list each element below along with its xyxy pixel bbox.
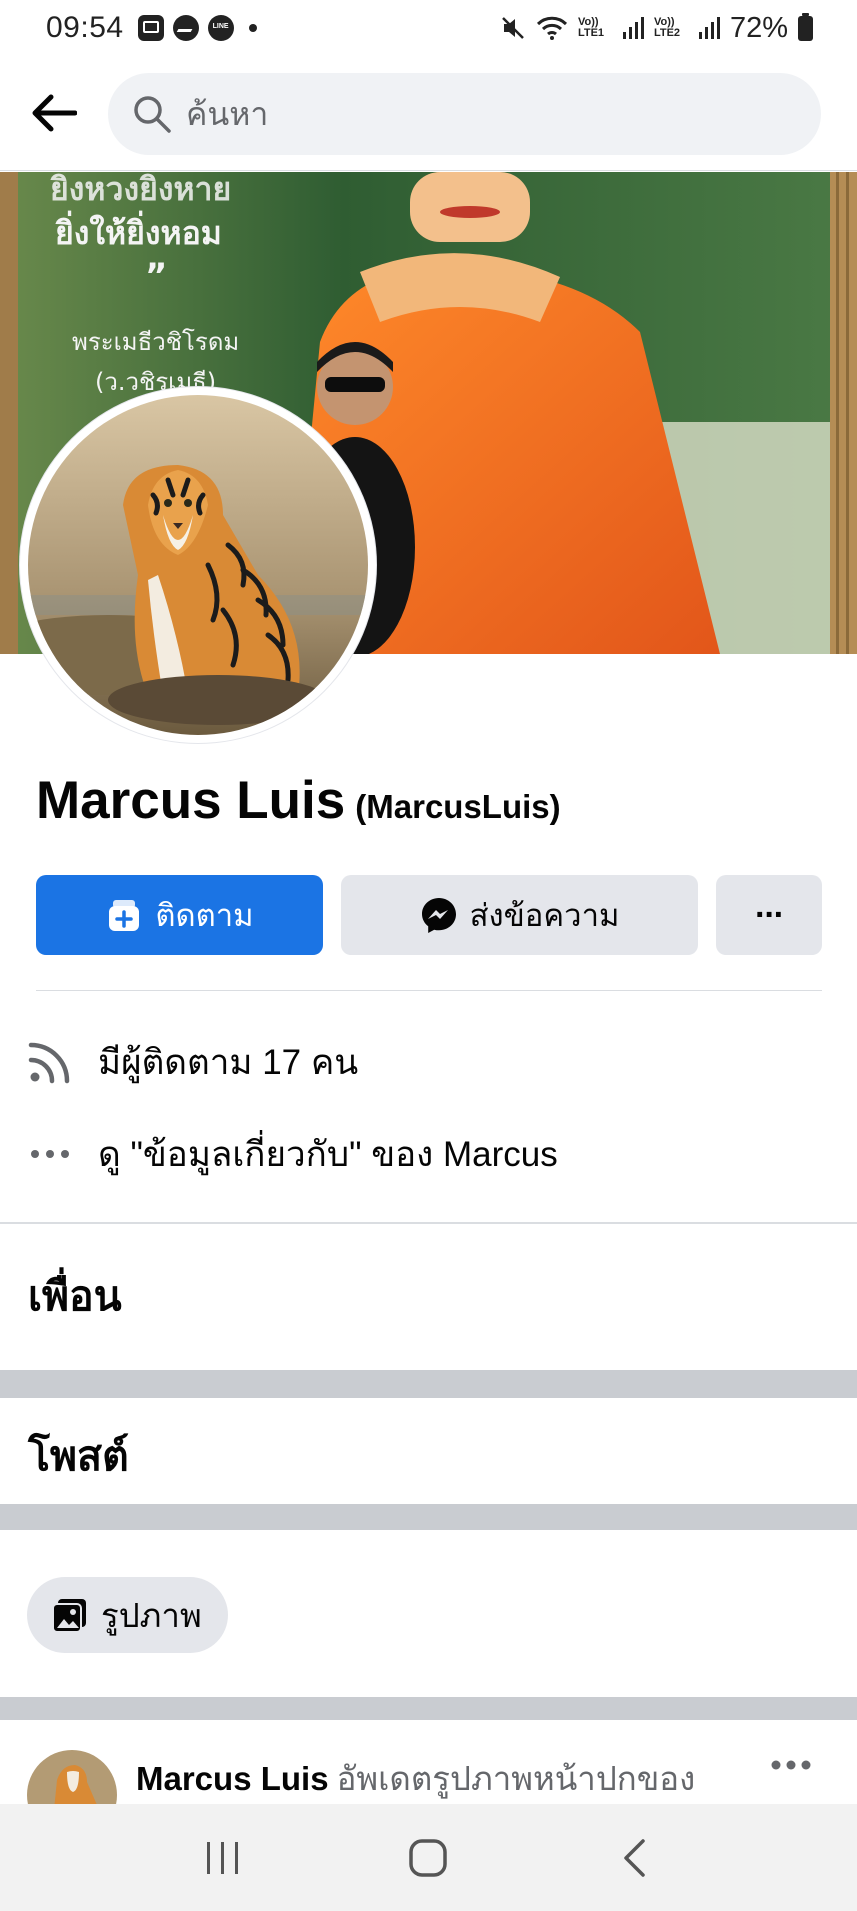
svg-text:”: ” <box>145 256 167 296</box>
lte2-label: Vo)) LTE2 <box>653 16 681 39</box>
posts-section-title: โพสต์ <box>28 1433 129 1479</box>
more-notifications-dot-icon <box>248 24 257 32</box>
arrow-left-icon <box>32 94 77 132</box>
follow-label: ติดตาม <box>155 898 254 933</box>
message-button[interactable]: ส่งข้อความ <box>341 875 698 955</box>
follow-plus-icon <box>105 896 143 934</box>
cover-text-line2: พระเมธีวชิโรดม <box>72 328 239 356</box>
search-icon <box>134 96 171 133</box>
profile-actions: ติดตาม ส่งข้อความ ··· <box>36 875 822 955</box>
notification-icons: LINE <box>137 15 257 41</box>
section-separator <box>0 1697 857 1720</box>
section-separator <box>0 1370 857 1398</box>
message-label: ส่งข้อความ <box>469 898 620 933</box>
profile-username: (MarcusLuis) <box>355 788 561 825</box>
recent-apps-icon <box>206 1841 238 1874</box>
gallery-notification-icon <box>137 15 164 41</box>
profile-name: Marcus Luis (MarcusLuis) <box>36 770 561 831</box>
post-more-button[interactable] <box>761 1750 821 1780</box>
mute-icon <box>500 15 526 41</box>
about-link: ดู "ข้อมูลเกี่ยวกับ" ของ Marcus <box>98 1134 558 1174</box>
lte1-label: Vo)) LTE1 <box>577 16 605 39</box>
more-options-button[interactable]: ··· <box>716 875 822 955</box>
more-options-label: ··· <box>755 895 785 934</box>
back-button[interactable] <box>26 86 80 140</box>
system-navigation-bar <box>0 1804 857 1911</box>
messenger-notification-icon <box>172 15 199 41</box>
chevron-left-icon <box>624 1838 645 1877</box>
status-bar: 09:54 LINE Vo)) LTE1 Vo)) LTE2 72% <box>0 0 857 56</box>
post-title: Marcus Luis อัพเดตรูปภาพหน้าปกของ <box>136 1752 695 1805</box>
line-notification-icon: LINE <box>207 15 234 41</box>
followers-row[interactable]: มีผู้ติดตาม 17 คน <box>26 1032 826 1092</box>
messenger-icon <box>420 896 458 934</box>
wifi-icon <box>536 15 568 41</box>
battery-percentage: 72% <box>729 11 788 44</box>
photos-icon <box>52 1599 86 1633</box>
rss-feed-icon <box>26 1038 74 1086</box>
post-header: Marcus Luis อัพเดตรูปภาพหน้าปกของ <box>0 1720 857 1840</box>
home-button[interactable] <box>388 1818 468 1898</box>
more-horizontal-icon <box>771 1760 811 1770</box>
follow-button[interactable]: ติดตาม <box>36 875 323 955</box>
search-input[interactable] <box>186 95 746 133</box>
section-separator <box>0 1504 857 1530</box>
followers-count: มีผู้ติดตาม 17 คน <box>98 1042 359 1082</box>
battery-icon <box>798 12 813 41</box>
status-time: 09:54 <box>46 11 124 44</box>
system-status-icons: Vo)) LTE1 Vo)) LTE2 72% <box>500 12 813 45</box>
svg-text:ยิ่งหวงยิ่งหาย: ยิ่งหวงยิ่งหาย <box>50 172 232 208</box>
photos-button[interactable]: รูปภาพ <box>27 1577 228 1653</box>
photos-label: รูปภาพ <box>101 1596 202 1634</box>
home-icon <box>409 1838 448 1877</box>
post-author-name[interactable]: Marcus Luis <box>136 1760 329 1797</box>
friends-section-title: เพื่อน <box>28 1273 122 1319</box>
cover-text-line1: ยิ่งให้ยิ่งหอม <box>55 210 222 252</box>
more-dots-icon <box>26 1130 74 1178</box>
section-divider <box>0 1222 857 1224</box>
post-action-text: อัพเดตรูปภาพหน้าปกของ <box>336 1760 696 1797</box>
divider <box>36 990 822 991</box>
search-bar[interactable] <box>108 73 821 155</box>
signal-2-icon <box>698 16 720 40</box>
profile-picture[interactable] <box>20 387 376 743</box>
recent-apps-button[interactable] <box>183 1818 263 1898</box>
signal-1-icon <box>622 16 644 40</box>
profile-display-name: Marcus Luis <box>36 771 346 830</box>
back-nav-button[interactable] <box>594 1818 674 1898</box>
search-header <box>0 56 857 171</box>
about-row[interactable]: ดู "ข้อมูลเกี่ยวกับ" ของ Marcus <box>26 1124 826 1184</box>
